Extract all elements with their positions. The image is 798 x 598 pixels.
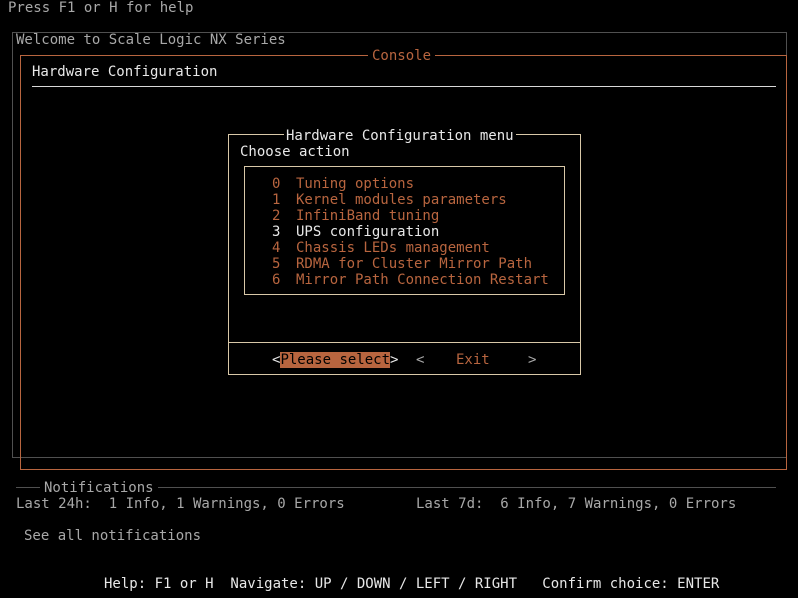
menu-item-mirror-path-restart[interactable]: 6 Mirror Path Connection Restart — [272, 272, 549, 288]
exit-bracket-right: > — [528, 352, 537, 368]
page-title: Hardware Configuration — [32, 64, 218, 80]
exit-bracket-left: < — [416, 352, 425, 368]
see-all-notifications-link[interactable]: See all notifications — [24, 528, 201, 544]
menu-item-infiniband-tuning[interactable]: 2 InfiniBand tuning — [272, 208, 439, 224]
menu-item-tuning-options[interactable]: 0 Tuning options — [272, 176, 414, 192]
title-divider — [32, 86, 776, 87]
notifications-last7d: Last 7d: 6 Info, 7 Warnings, 0 Errors — [416, 496, 737, 512]
help-hint: Press F1 or H for help — [8, 0, 194, 16]
welcome-text: Welcome to Scale Logic NX Series — [16, 32, 286, 48]
dialog-prompt: Choose action — [240, 144, 350, 160]
notifications-last24h: Last 24h: 1 Info, 1 Warnings, 0 Errors — [16, 496, 345, 512]
dialog-title: Hardware Configuration menu — [284, 128, 516, 144]
console-title: Console — [368, 48, 436, 64]
button-bar-divider — [229, 342, 580, 343]
menu-item-kernel-modules[interactable]: 1 Kernel modules parameters — [272, 192, 507, 208]
menu-item-chassis-leds[interactable]: 4 Chassis LEDs management — [272, 240, 490, 256]
please-select-button[interactable]: <Please select> — [272, 352, 398, 368]
exit-button[interactable]: Exit — [456, 352, 490, 368]
menu-item-rdma-mirror-path[interactable]: 5 RDMA for Cluster Mirror Path — [272, 256, 532, 272]
notifications-title: Notifications — [40, 480, 158, 496]
menu-item-ups-configuration[interactable]: 3 UPS configuration — [272, 224, 439, 240]
footer-help: Help: F1 or H Navigate: UP / DOWN / LEFT… — [104, 576, 720, 592]
